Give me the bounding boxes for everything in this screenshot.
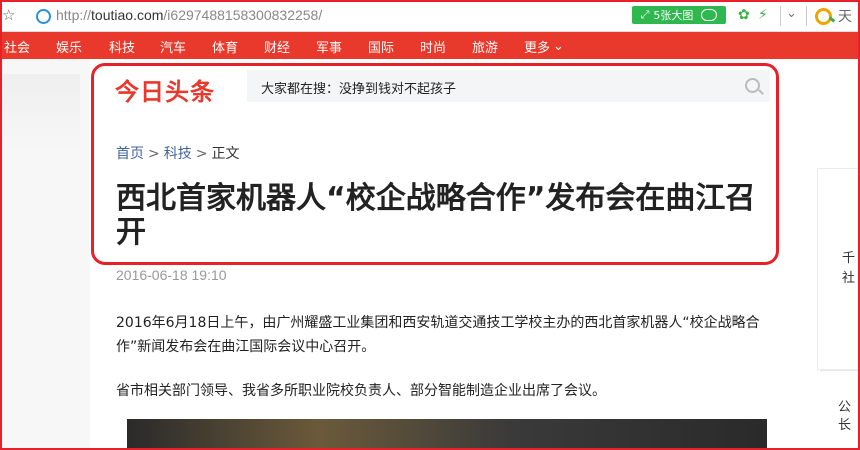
toolbar-search-text[interactable]: 天 <box>838 6 852 26</box>
nav-item-auto[interactable]: 汽车 <box>160 37 186 56</box>
breadcrumb-separator: > <box>195 146 208 162</box>
nav-item-finance[interactable]: 财经 <box>264 37 290 56</box>
nav-item-international[interactable]: 国际 <box>368 37 394 56</box>
article-paragraph: 省市相关部门领导、我省多所职业院校负责人、部分智能制造企业出席了会议。 <box>116 383 606 399</box>
breadcrumb-home-link[interactable]: 首页 <box>116 146 144 162</box>
url-prefix: http:// <box>56 7 92 23</box>
sidebar-text: 千 <box>842 251 856 266</box>
article-title: 西北首家机器人“校企战略合作”发布会在曲江召开 <box>116 181 756 250</box>
sidebar-text: 长 <box>838 418 852 433</box>
sidebar-divider <box>820 370 860 371</box>
toolbar-divider <box>780 6 781 26</box>
cloud-icon <box>701 9 718 21</box>
big-image-label: 5张大图 <box>653 9 694 22</box>
nav-more-label: 更多 <box>524 41 551 56</box>
url-host: toutiao.com <box>91 7 164 23</box>
url-field[interactable]: http://toutiao.com/i6297488158300832258/ <box>56 7 322 23</box>
nav-item-tech[interactable]: 科技 <box>109 37 135 56</box>
left-gutter-shade <box>0 74 80 154</box>
nav-item-fashion[interactable]: 时尚 <box>420 37 446 56</box>
big-image-button[interactable]: ⤢ 5张大图 <box>632 6 726 24</box>
chevron-down-icon[interactable]: ⌄ <box>786 6 797 21</box>
sidebar-text: 社 <box>842 271 856 286</box>
expand-icon: ⤢ <box>640 8 650 21</box>
site-logo[interactable]: 今日头条 <box>115 72 215 107</box>
sidebar-text: 公 <box>838 400 852 415</box>
article-paragraph: 2016年6月18日上午，由广州耀盛工业集团和西安轨道交通技工学校主办的西北首家… <box>116 315 760 355</box>
nav-item-entertainment[interactable]: 娱乐 <box>56 37 82 56</box>
article-date: 2016-06-18 19:10 <box>116 267 227 283</box>
article-image <box>127 419 767 450</box>
breadcrumb-category-link[interactable]: 科技 <box>164 146 192 162</box>
chevron-down-icon: ⌄ <box>553 39 564 54</box>
search-query-text: 大家都在搜：没挣到钱对不起孩子 <box>261 82 457 97</box>
nav-item-travel[interactable]: 旅游 <box>472 37 498 56</box>
nav-item-sports[interactable]: 体育 <box>212 37 238 56</box>
lightning-icon[interactable]: ⚡ <box>758 7 768 23</box>
breadcrumb-separator: > <box>148 146 160 162</box>
refresh-ring-icon[interactable]: ✿ <box>738 7 750 23</box>
toolbar-divider <box>806 6 807 26</box>
search-input[interactable]: 大家都在搜：没挣到钱对不起孩子 <box>247 70 770 102</box>
channel-nav: 社会 娱乐 科技 汽车 体育 财经 军事 国际 时尚 旅游 更多 ⌄ <box>0 32 860 59</box>
nav-item-society[interactable]: 社会 <box>4 37 30 56</box>
search-icon[interactable] <box>745 78 760 93</box>
site-globe-icon <box>36 9 51 24</box>
nav-more-button[interactable]: 更多 ⌄ <box>524 37 564 56</box>
nav-item-military[interactable]: 军事 <box>316 37 342 56</box>
breadcrumb: 首页 > 科技 > 正文 <box>116 143 239 163</box>
url-path: /i6297488158300832258/ <box>163 7 323 23</box>
right-sidebar-card: 千 社 <box>817 168 860 370</box>
left-gutter <box>0 59 90 450</box>
browser-address-bar: ☆ http://toutiao.com/i629748815830083225… <box>0 0 860 32</box>
bookmark-star-icon[interactable]: ☆ <box>2 6 15 24</box>
breadcrumb-current: 正文 <box>211 146 240 162</box>
